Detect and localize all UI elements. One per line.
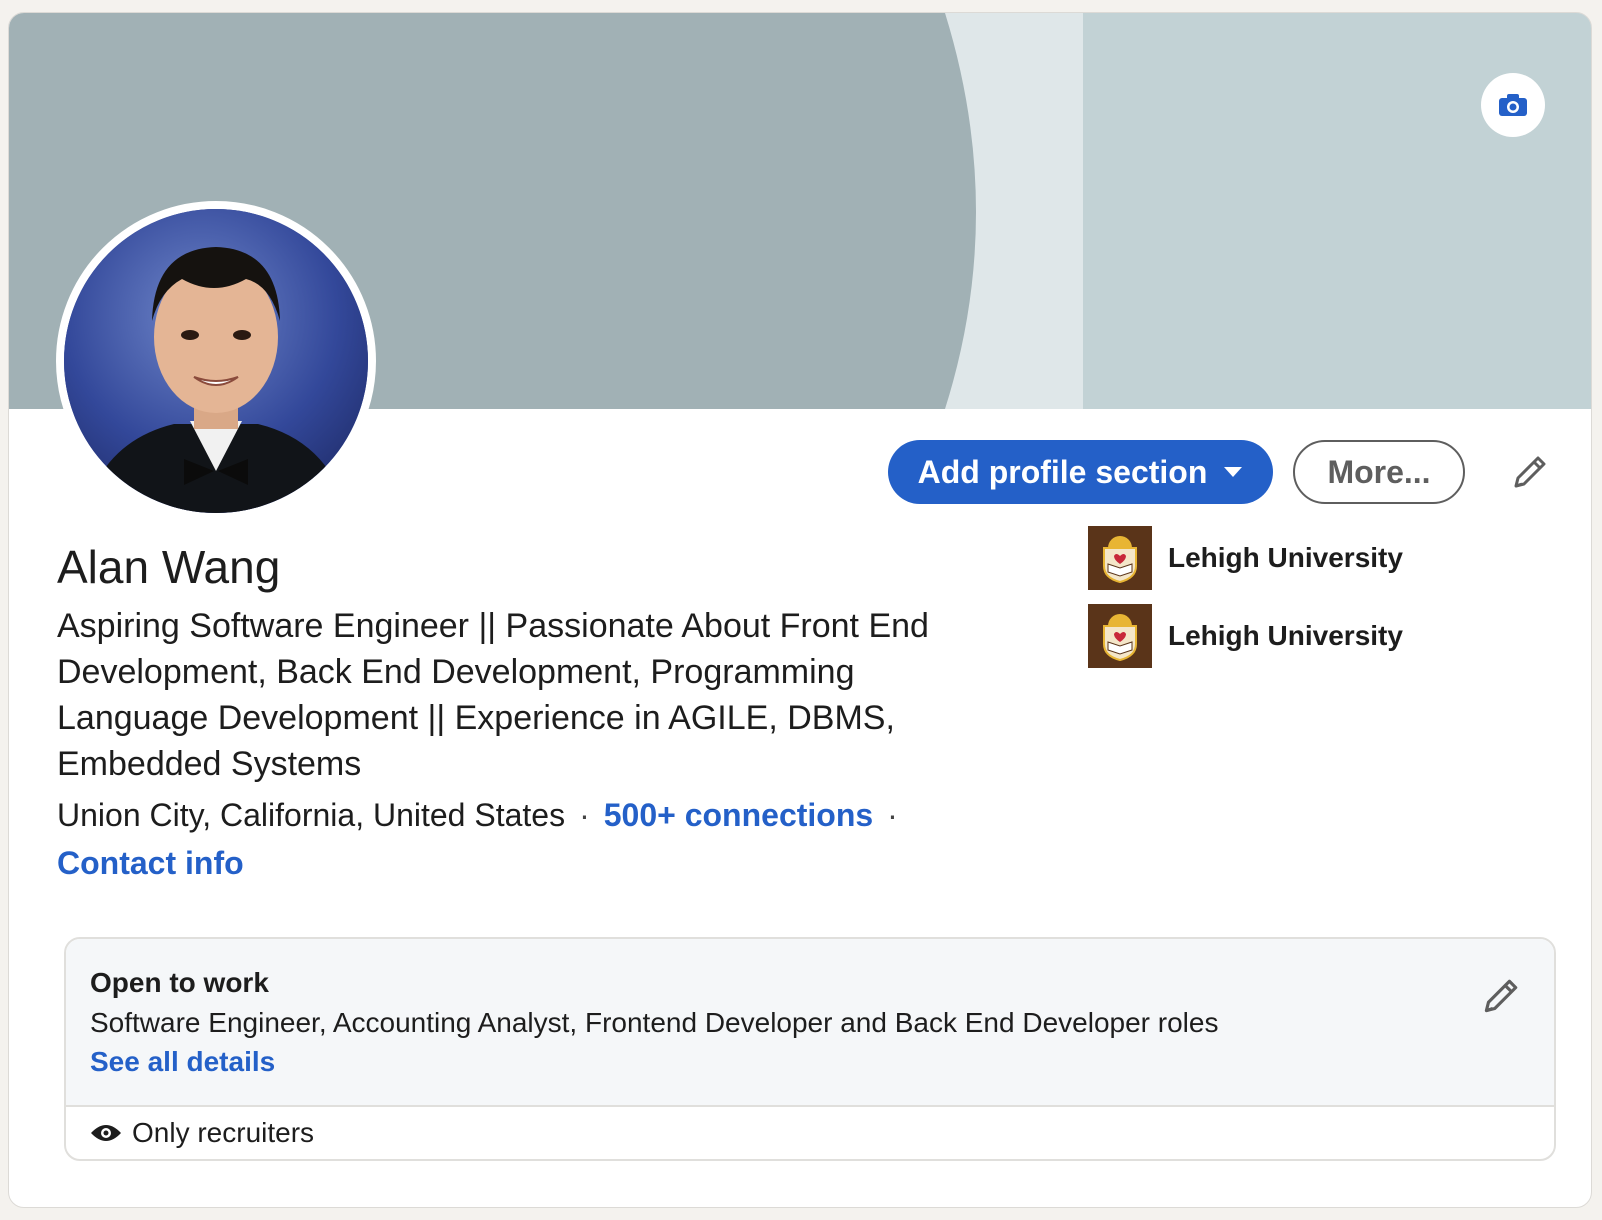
contact-info-link[interactable]: Contact info: [57, 841, 244, 885]
edit-background-button[interactable]: [1481, 73, 1545, 137]
more-label: More...: [1327, 453, 1431, 490]
education-label: Lehigh University: [1168, 620, 1403, 651]
add-profile-section-button[interactable]: Add profile section: [888, 440, 1273, 504]
lehigh-university-logo: [1088, 526, 1152, 590]
see-all-details-link[interactable]: See all details: [90, 1046, 275, 1078]
open-to-work-visibility: Only recruiters: [90, 1117, 314, 1149]
connections-link[interactable]: 500+ connections: [604, 797, 873, 833]
eye-icon: [91, 1125, 121, 1141]
more-button[interactable]: More...: [1293, 440, 1465, 504]
separator-dot: ·: [579, 797, 590, 833]
education-label: Lehigh University: [1168, 542, 1403, 573]
profile-headline: Aspiring Software Engineer || Passionate…: [57, 607, 929, 783]
separator-dot: ·: [887, 797, 898, 833]
open-to-work-card: Open to work Software Engineer, Accounti…: [64, 937, 1556, 1161]
open-to-work-title: Open to work: [90, 967, 269, 998]
edit-open-to-work-button[interactable]: [1478, 975, 1522, 1019]
lehigh-crest-icon: [1103, 614, 1137, 662]
lehigh-crest-icon: [1103, 536, 1137, 584]
profile-photo: [64, 209, 368, 513]
education-item[interactable]: Lehigh University: [1088, 526, 1403, 590]
profile-intro-card: Add profile section More... Alan Wang As…: [8, 12, 1592, 1208]
pencil-icon: [1514, 456, 1546, 488]
caret-down-icon: [1224, 467, 1243, 477]
avatar[interactable]: [56, 201, 376, 521]
open-to-work-roles: Software Engineer, Accounting Analyst, F…: [90, 1007, 1219, 1038]
open-to-work-body: Open to work Software Engineer, Accounti…: [66, 939, 1554, 1107]
profile-meta-line: Union City, California, United States · 50…: [57, 793, 912, 837]
profile-name: Alan Wang: [57, 541, 281, 593]
education-item[interactable]: Lehigh University: [1088, 604, 1403, 668]
profile-location: Union City, California, United States: [57, 797, 566, 833]
edit-intro-button[interactable]: [1503, 447, 1555, 499]
lehigh-university-logo: [1088, 604, 1152, 668]
pencil-icon: [1484, 979, 1518, 1013]
camera-icon: [1499, 94, 1527, 116]
add-profile-section-label: Add profile section: [917, 453, 1208, 490]
visibility-label: Only recruiters: [132, 1117, 315, 1148]
